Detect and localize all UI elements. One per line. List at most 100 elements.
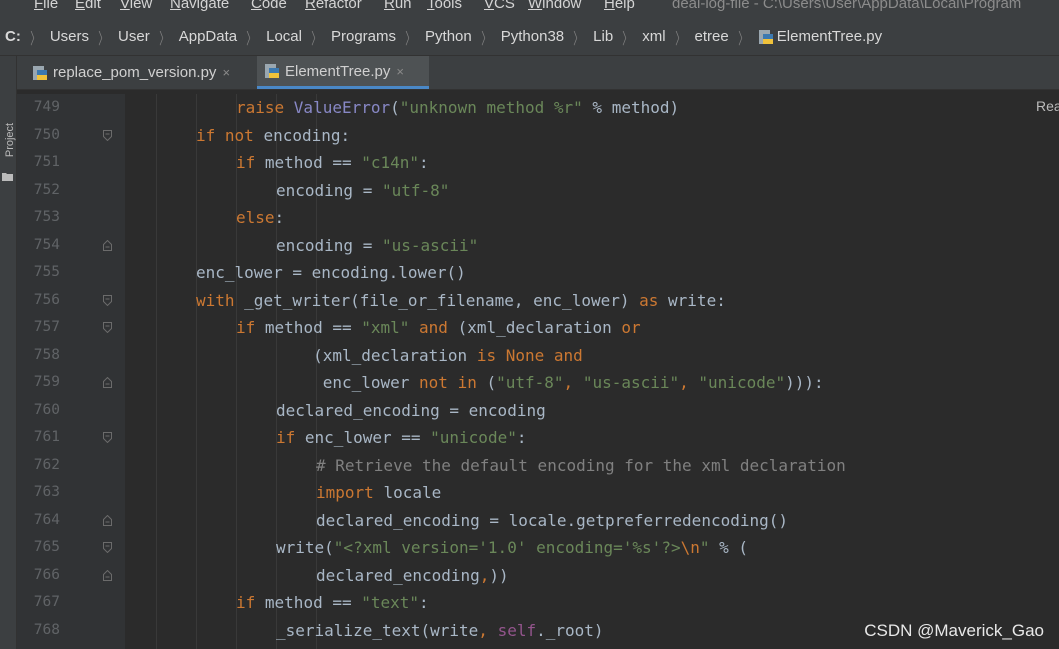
code-token: locale xyxy=(383,483,442,502)
code-token: with xyxy=(196,290,245,310)
code-line[interactable]: 763 import locale xyxy=(17,479,1059,507)
breadcrumb-separator-icon: 〉 xyxy=(480,30,491,48)
breadcrumb-label: Programs xyxy=(330,28,397,45)
breadcrumb-separator-icon: 〉 xyxy=(311,30,321,48)
tab-elementtree-py[interactable]: ElementTree.py × xyxy=(257,56,429,89)
code-token: ValueError xyxy=(293,98,391,117)
code-line[interactable]: 752 encoding = "utf-8" xyxy=(17,177,1059,205)
breadcrumb-item[interactable]: C: xyxy=(5,28,21,45)
code-line[interactable]: 758 (xml_declaration is None and xyxy=(17,342,1059,370)
code-line[interactable]: 767 if method == "text": xyxy=(17,589,1059,617)
fold-open-icon[interactable] xyxy=(103,432,112,443)
close-icon[interactable]: × xyxy=(222,65,230,80)
code-token: # Retrieve the default encoding for the … xyxy=(316,455,846,475)
code-line[interactable]: 757 if method == "xml" and (xml_declarati… xyxy=(17,314,1059,342)
code-line[interactable]: 766 declared_encoding,)) xyxy=(17,562,1059,590)
code-line[interactable]: 756 with _get_writer(file_or_filename, en… xyxy=(17,287,1059,315)
fold-open-icon[interactable] xyxy=(103,322,112,333)
code-token: : xyxy=(274,208,285,227)
line-number: 759 xyxy=(33,374,60,390)
breadcrumb-label: xml xyxy=(642,28,666,45)
breadcrumb-separator-icon: 〉 xyxy=(622,30,632,48)
code-line[interactable]: 764 declared_encoding = locale.getpreferr… xyxy=(17,507,1059,535)
breadcrumb-item[interactable]: etree xyxy=(695,28,729,45)
breadcrumb-label: etree xyxy=(694,28,729,45)
menu-item-file[interactable]: File xyxy=(34,0,58,12)
breadcrumb-item[interactable]: Programs xyxy=(331,28,396,45)
window-title: deal-log-file - C:\Users\User\AppData\Lo… xyxy=(672,0,1022,12)
menu-item-navigate[interactable]: Navigate xyxy=(170,0,229,12)
close-icon[interactable]: × xyxy=(396,64,404,79)
menu-item-help[interactable]: Help xyxy=(604,0,635,12)
line-number: 760 xyxy=(33,401,60,418)
line-number: 756 xyxy=(33,291,60,308)
code-token: write( xyxy=(276,538,334,557)
code-token: method == xyxy=(264,153,362,172)
fold-close-icon[interactable] xyxy=(103,377,112,388)
code-token: declared_encoding = encoding xyxy=(276,400,546,420)
code-text: with _get_writer(file_or_filename, enc_l… xyxy=(196,287,726,315)
fold-close-icon[interactable] xyxy=(103,569,112,581)
breadcrumb-item[interactable]: Lib xyxy=(593,28,613,45)
line-number: 751 xyxy=(33,154,60,170)
code-token: raise xyxy=(236,98,294,117)
breadcrumb-label: Users xyxy=(49,28,90,45)
code-line[interactable]: 750 if not encoding: xyxy=(17,122,1059,150)
code-line[interactable]: 754 encoding = "us-ascii" xyxy=(17,232,1059,260)
line-number: 767 xyxy=(33,594,60,610)
code-token: encoding = xyxy=(276,235,382,255)
code-token: not in xyxy=(419,373,487,392)
code-text: encoding = "utf-8" xyxy=(276,177,449,205)
code-token: if xyxy=(236,318,265,337)
fold-open-icon[interactable] xyxy=(103,129,112,141)
code-line[interactable]: 761 if enc_lower == "unicode": xyxy=(17,424,1059,452)
code-token: "unicode" xyxy=(430,428,517,447)
python-file-icon xyxy=(758,29,773,44)
menu-item-tools[interactable]: Tools xyxy=(427,0,462,12)
menu-item-refactor[interactable]: Refactor xyxy=(305,0,362,12)
menu-item-code[interactable]: Code xyxy=(251,0,287,12)
tab-replace_pom_version-py[interactable]: replace_pom_version.py × xyxy=(25,56,257,89)
menu-item-view[interactable]: View xyxy=(120,0,152,12)
breadcrumb-item[interactable]: Local xyxy=(266,28,302,45)
code-line[interactable]: 759 enc_lower not in ("utf-8", "us-ascii… xyxy=(17,369,1059,397)
code-text: _serialize_text(write, self._root) xyxy=(276,617,604,645)
menu-item-vcs[interactable]: VCS xyxy=(484,0,515,12)
line-number: 763 xyxy=(33,484,60,500)
breadcrumb-label: AppData xyxy=(178,28,238,45)
code-token: "unicode" xyxy=(698,373,786,392)
menu-item-window[interactable]: Window xyxy=(528,0,581,12)
breadcrumb-item[interactable]: Python xyxy=(425,28,472,45)
code-token: enc_lower = encoding.lower() xyxy=(196,263,466,282)
line-number: 766 xyxy=(33,566,60,583)
breadcrumb-item[interactable]: ElementTree.py xyxy=(758,28,882,45)
code-token: else xyxy=(236,208,275,227)
code-line[interactable]: 751 if method == "c14n": xyxy=(17,149,1059,177)
code-token: : xyxy=(516,428,527,447)
breadcrumb-item[interactable]: Python38 xyxy=(501,28,564,45)
fold-open-icon[interactable] xyxy=(103,542,112,553)
fold-close-icon[interactable] xyxy=(103,239,112,251)
breadcrumb-item[interactable]: AppData xyxy=(179,28,237,45)
code-token: "utf-8" xyxy=(381,180,450,200)
breadcrumb-item[interactable]: User xyxy=(118,28,150,45)
code-editor[interactable]: Rea 749 raise ValueError("unknown method … xyxy=(17,94,1059,649)
project-tool-tab[interactable]: Project xyxy=(4,120,16,160)
breadcrumb-item[interactable]: Users xyxy=(50,28,89,45)
code-token: _get_writer(file_or_filename, enc_lower) xyxy=(244,290,640,310)
code-line[interactable]: 753 else: xyxy=(17,204,1059,232)
code-text: if enc_lower == "unicode": xyxy=(276,424,526,452)
code-token: , xyxy=(478,620,498,640)
code-line[interactable]: 765 write("<?xml version='1.0' encoding='… xyxy=(17,534,1059,562)
fold-open-icon[interactable] xyxy=(103,294,112,306)
code-line[interactable]: 760 declared_encoding = encoding xyxy=(17,397,1059,425)
fold-close-icon[interactable] xyxy=(103,514,112,526)
code-line[interactable]: 749 raise ValueError("unknown method %r" … xyxy=(17,94,1059,122)
breadcrumb-separator-icon: 〉 xyxy=(674,30,685,48)
code-line[interactable]: 762 # Retrieve the default encoding for t… xyxy=(17,452,1059,480)
menu-item-edit[interactable]: Edit xyxy=(75,0,101,12)
line-number: 754 xyxy=(33,236,60,253)
breadcrumb-item[interactable]: xml xyxy=(642,28,665,45)
menu-item-run[interactable]: Run xyxy=(384,0,412,12)
code-line[interactable]: 755 enc_lower = encoding.lower() xyxy=(17,259,1059,287)
